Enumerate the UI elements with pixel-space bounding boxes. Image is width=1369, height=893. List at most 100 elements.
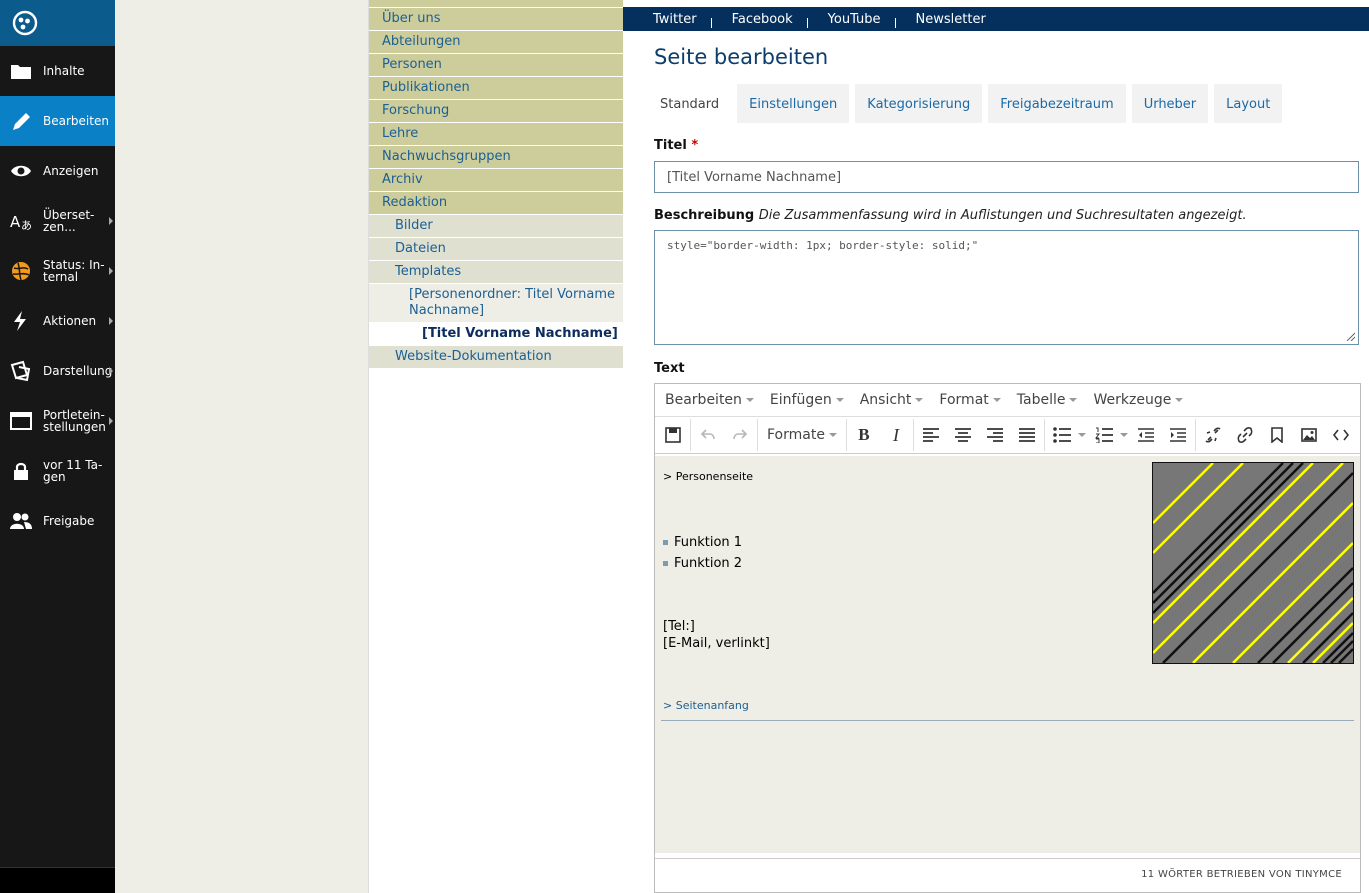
- facebook-link[interactable]: Facebook: [732, 12, 807, 27]
- anchor-button[interactable]: [1261, 419, 1293, 451]
- align-right-button[interactable]: [979, 419, 1011, 451]
- window-icon: [9, 410, 33, 432]
- save-button[interactable]: [657, 419, 689, 451]
- toolbar-sidebar: Inhalte Bearbeiten Anzeigen A あ Überset- zen.…: [0, 0, 115, 893]
- tab-standard[interactable]: Standard: [654, 84, 732, 123]
- toolbar-item-status[interactable]: Status: In- ternal: [0, 246, 115, 296]
- toolbar-item-label: Anzeigen: [43, 164, 99, 178]
- plone-logo[interactable]: [0, 0, 115, 46]
- outdent-button[interactable]: [1130, 419, 1162, 451]
- nav-item[interactable]: Redaktion: [369, 192, 623, 215]
- tab-kategorisierung[interactable]: Kategorisierung: [855, 84, 983, 123]
- toolbar-item-inhalte[interactable]: Inhalte: [0, 46, 115, 96]
- bold-button[interactable]: B: [848, 419, 880, 451]
- nav-item[interactable]: Bilder: [369, 215, 623, 238]
- nav-item[interactable]: Publikationen: [369, 77, 623, 100]
- breadcrumb: > Personenseite: [663, 470, 754, 483]
- italic-button[interactable]: I: [880, 419, 912, 451]
- source-code-button[interactable]: [1325, 419, 1357, 451]
- submenu-arrow-icon: [109, 317, 113, 325]
- align-left-button[interactable]: [915, 419, 947, 451]
- menu-bearbeiten[interactable]: Bearbeiten: [657, 392, 762, 408]
- align-right-icon: [986, 428, 1003, 442]
- undo-button[interactable]: [692, 419, 724, 451]
- editor-content[interactable]: > Personenseite Funktion 1 Funktion 2 [T…: [655, 456, 1360, 853]
- site-actions-bar: Twitter Facebook YouTube Newsletter: [623, 0, 1369, 31]
- translate-icon: Aあ: [9, 210, 33, 232]
- list-item: Funktion 1: [663, 532, 742, 553]
- menu-format[interactable]: Format: [931, 392, 1008, 408]
- image-button[interactable]: [1293, 419, 1325, 451]
- placeholder-image[interactable]: [1152, 462, 1354, 664]
- description-help: Die Zusammenfassung wird in Auflistungen…: [758, 208, 1247, 223]
- nav-item[interactable]: Über uns: [369, 8, 623, 31]
- title-input[interactable]: [Titel Vorname Nachname]: [654, 161, 1359, 193]
- numbered-list-dropdown[interactable]: [1120, 433, 1130, 437]
- menu-tabelle[interactable]: Tabelle: [1009, 392, 1086, 408]
- toolbar-item-freigabe[interactable]: Freigabe: [0, 496, 115, 546]
- nav-item[interactable]: Website-Dokumentation: [369, 346, 623, 369]
- required-mark: *: [691, 138, 699, 153]
- pencil-icon: [9, 110, 33, 132]
- nav-item[interactable]: Abteilungen: [369, 31, 623, 54]
- redo-button[interactable]: [724, 419, 756, 451]
- tab-layout[interactable]: Layout: [1214, 84, 1283, 123]
- formats-dropdown[interactable]: Formate: [759, 427, 845, 443]
- justify-button[interactable]: [1011, 419, 1043, 451]
- description-value: style="border-width: 1px; border-style: …: [667, 239, 979, 252]
- unlink-button[interactable]: [1197, 419, 1229, 451]
- nav-item[interactable]: Archiv: [369, 169, 623, 192]
- tab-urheber[interactable]: Urheber: [1131, 84, 1209, 123]
- indent-icon: [1169, 428, 1186, 442]
- youtube-link[interactable]: YouTube: [828, 12, 895, 27]
- form-tabs: Standard Einstellungen Kategorisierung F…: [654, 84, 1283, 123]
- nav-item[interactable]: Personen: [369, 54, 623, 77]
- resize-handle-icon[interactable]: [1345, 331, 1355, 341]
- menu-werkzeuge[interactable]: Werkzeuge: [1085, 392, 1191, 408]
- nav-item[interactable]: Nachwuchsgruppen: [369, 146, 623, 169]
- bold-icon: B: [858, 425, 870, 444]
- menu-ansicht[interactable]: Ansicht: [852, 392, 932, 408]
- toolbar-item-portletein[interactable]: Portletein- stellungen: [0, 396, 115, 446]
- nav-item[interactable]: Lehre: [369, 123, 623, 146]
- toolbar-item-label: Status: In- ternal: [43, 258, 105, 284]
- svg-text:A: A: [10, 213, 21, 231]
- link-button[interactable]: [1229, 419, 1261, 451]
- toolbar-item-label: Aktionen: [43, 314, 97, 328]
- align-center-button[interactable]: [947, 419, 979, 451]
- menu-einfuegen[interactable]: Einfügen: [762, 392, 852, 408]
- tab-freigabezeitraum[interactable]: Freigabezeitraum: [988, 84, 1126, 123]
- nav-item[interactable]: Templates: [369, 261, 623, 284]
- save-icon: [665, 427, 681, 443]
- tab-einstellungen[interactable]: Einstellungen: [737, 84, 850, 123]
- bullet-list-icon: [1053, 427, 1071, 443]
- toolbar-item-bearbeiten[interactable]: Bearbeiten: [0, 96, 115, 146]
- nav-item[interactable]: Dateien: [369, 238, 623, 261]
- bullet-list-dropdown[interactable]: [1078, 433, 1088, 437]
- toolbar-item-aktionen[interactable]: Aktionen: [0, 296, 115, 346]
- seitenanfang-link[interactable]: > Seitenanfang: [663, 699, 749, 712]
- toolbar-item-überset[interactable]: A あ Überset- zen...: [0, 196, 115, 246]
- redo-icon: [733, 429, 748, 440]
- description-textarea[interactable]: style="border-width: 1px; border-style: …: [654, 230, 1359, 345]
- user-menu[interactable]: [0, 867, 115, 893]
- numbered-list-button[interactable]: [1088, 419, 1120, 451]
- nav-top-bar: [369, 0, 623, 8]
- code-icon: [1332, 429, 1349, 441]
- divider: [661, 720, 1354, 721]
- bullet-list-button[interactable]: [1046, 419, 1078, 451]
- twitter-link[interactable]: Twitter: [653, 12, 711, 27]
- submenu-arrow-icon: [109, 417, 113, 425]
- status-icon: [9, 260, 33, 282]
- nav-item[interactable]: Forschung: [369, 100, 623, 123]
- email-placeholder: [E-Mail, verlinkt]: [663, 636, 770, 651]
- newsletter-link[interactable]: Newsletter: [916, 12, 1000, 27]
- nav-item[interactable]: [Personenordner: Titel Vorname Nachname]: [369, 284, 623, 323]
- toolbar-item-darstellung[interactable]: Darstellung: [0, 346, 115, 396]
- nav-item[interactable]: [Titel Vorname Nachname]: [369, 323, 623, 346]
- align-left-icon: [922, 428, 939, 442]
- toolbar-item-vor[interactable]: vor 11 Ta- gen: [0, 446, 115, 496]
- toolbar-item-anzeigen[interactable]: Anzeigen: [0, 146, 115, 196]
- toolbar-item-label: Inhalte: [43, 64, 85, 78]
- indent-button[interactable]: [1162, 419, 1194, 451]
